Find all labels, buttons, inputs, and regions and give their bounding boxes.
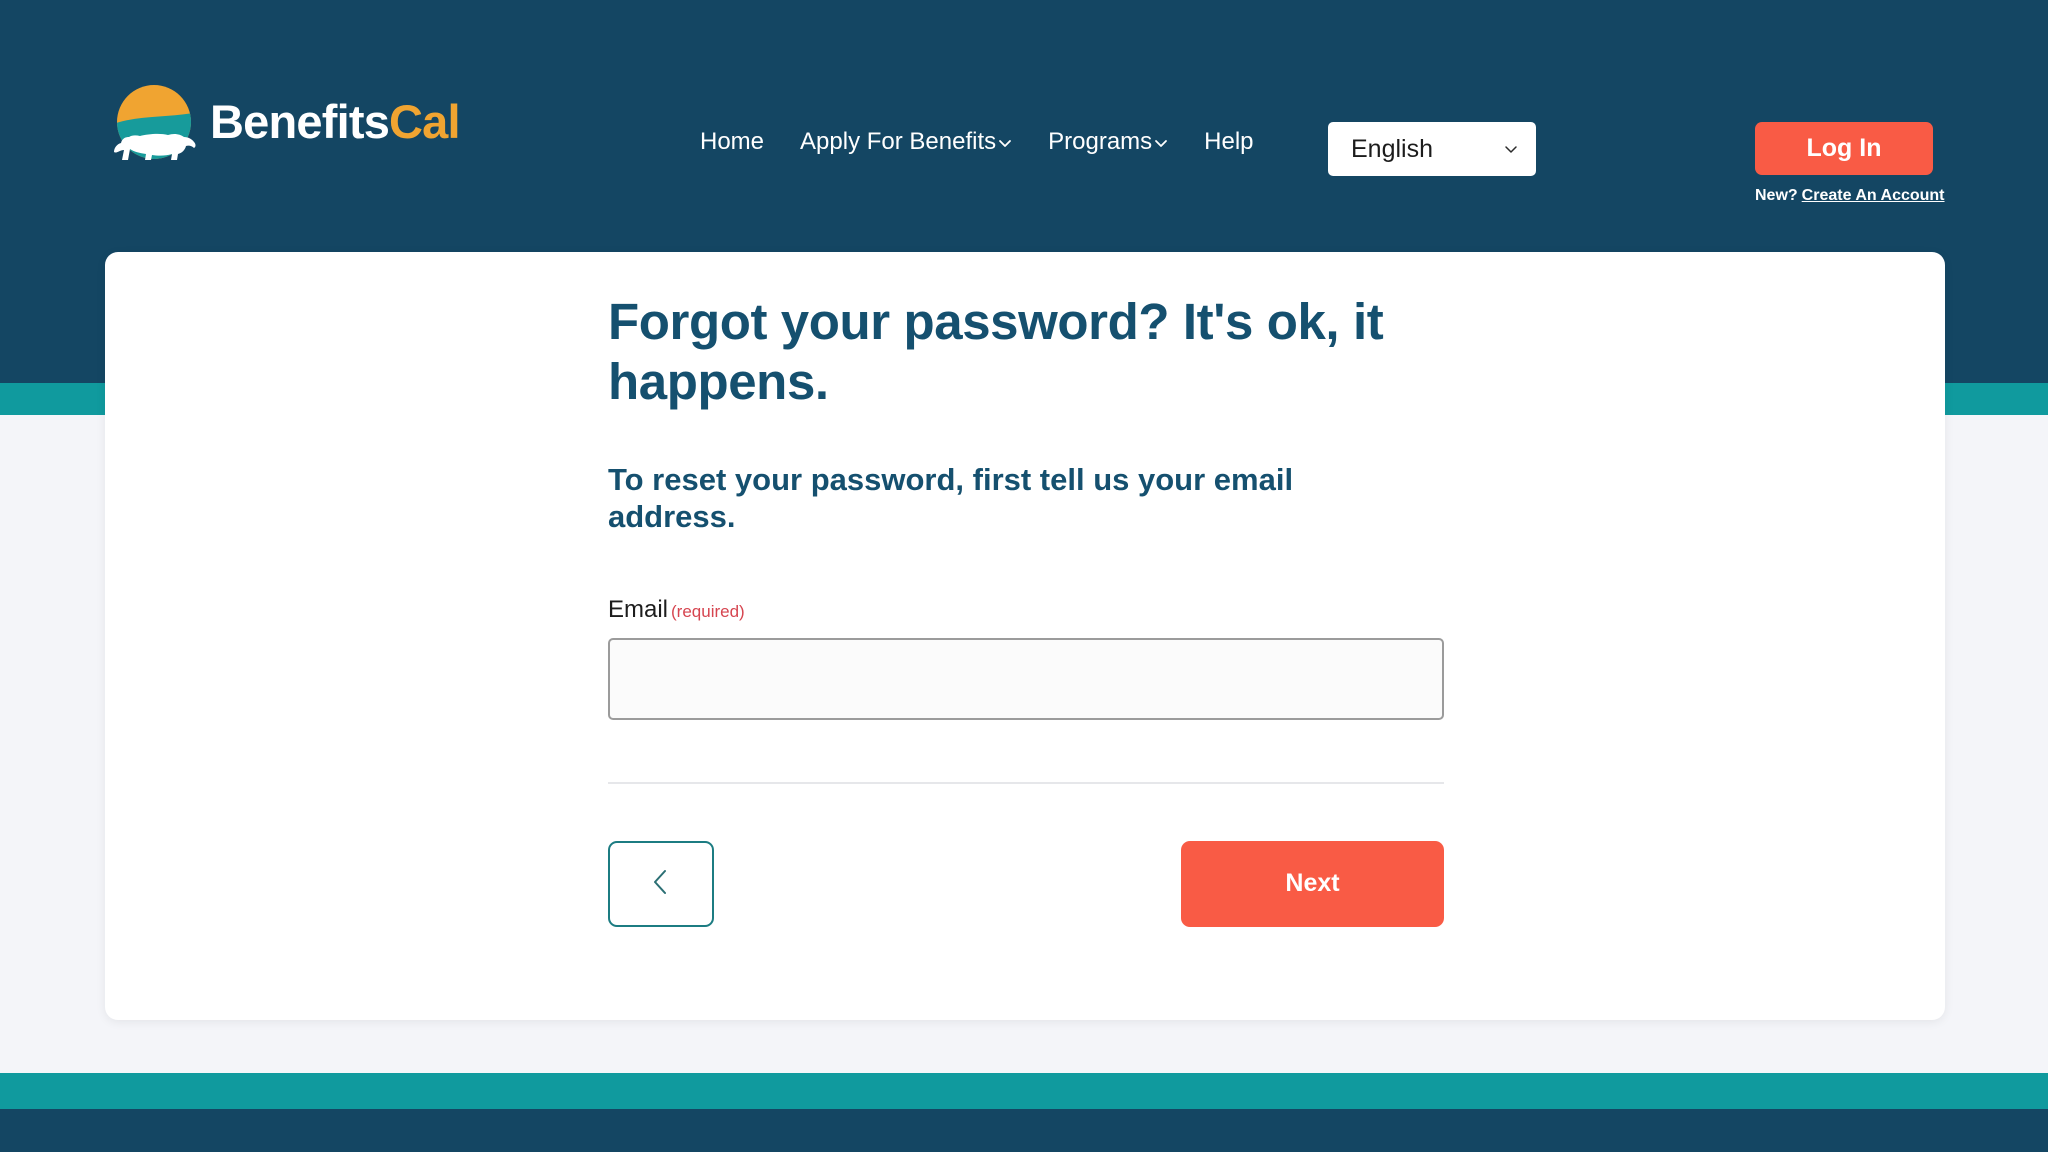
nav-item-apply-for-benefits-label: Apply For Benefits — [800, 128, 997, 155]
nav-item-help-label: Help — [1204, 128, 1254, 155]
chevron-down-icon — [1154, 136, 1168, 150]
chevron-down-icon — [998, 136, 1012, 150]
new-user-label: New? — [1755, 187, 1798, 204]
site-header: BenefitsCal Home Apply For Benefits Prog… — [0, 0, 2048, 252]
section-divider — [608, 781, 1444, 784]
footer-background-band — [0, 1109, 2048, 1152]
back-button[interactable] — [608, 840, 714, 927]
email-label-text: Email — [608, 595, 669, 623]
next-button[interactable]: Next — [1181, 840, 1444, 927]
chevron-down-icon — [1503, 141, 1519, 157]
create-account-link[interactable]: Create An Account — [1802, 187, 1945, 204]
page-root: BenefitsCal Home Apply For Benefits Prog… — [0, 0, 2048, 1152]
email-input[interactable] — [608, 637, 1444, 720]
nav-item-programs-label: Programs — [1048, 128, 1153, 155]
language-select-value: English — [1351, 134, 1433, 163]
log-in-button[interactable]: Log In — [1755, 122, 1933, 175]
brand-logo-link[interactable]: BenefitsCal — [108, 82, 461, 160]
teal-accent-band-bottom — [0, 1073, 2048, 1109]
chevron-left-icon — [648, 866, 674, 901]
nav-item-home-label: Home — [700, 128, 765, 155]
nav-item-help[interactable]: Help — [1204, 130, 1253, 154]
language-select[interactable]: English — [1328, 122, 1536, 176]
nav-item-programs[interactable]: Programs — [1048, 130, 1168, 154]
brand-wordmark: BenefitsCal — [210, 94, 461, 148]
required-marker: (required) — [671, 601, 745, 621]
email-field-label: Email (required) — [608, 535, 1444, 622]
nav-item-apply-for-benefits[interactable]: Apply For Benefits — [800, 130, 1012, 154]
content-card: Forgot your password? It's ok, it happen… — [105, 252, 1945, 1020]
form-actions: Next — [608, 840, 1444, 927]
brand-name-primary: Benefits — [210, 94, 390, 148]
create-account-prompt: New? Create An Account — [1755, 187, 1945, 204]
page-title: Forgot your password? It's ok, it happen… — [608, 293, 1384, 410]
main-navigation: Home Apply For Benefits Programs Help — [700, 130, 1254, 154]
page-subtitle: To reset your password, first tell us yo… — [608, 462, 1294, 534]
nav-item-home[interactable]: Home — [700, 130, 764, 154]
forgot-password-form: Forgot your password? It's ok, it happen… — [608, 292, 1444, 927]
bear-sun-logo-icon — [108, 82, 200, 160]
brand-name-secondary: Cal — [389, 94, 461, 148]
